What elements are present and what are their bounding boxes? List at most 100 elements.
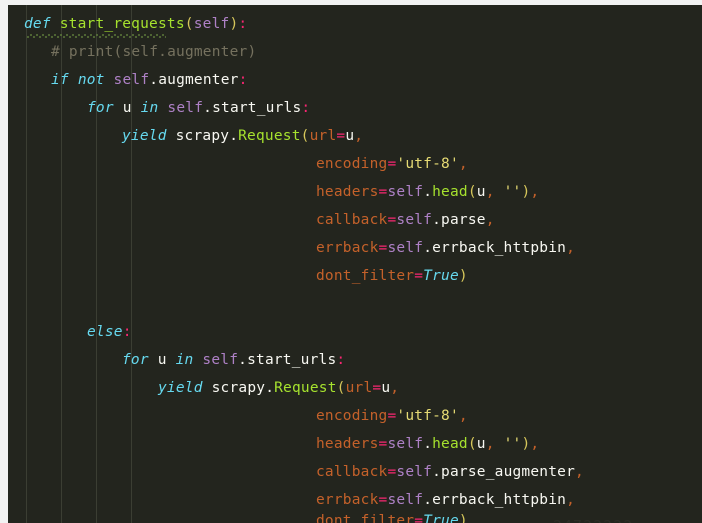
token-function-name: start_requests: [59, 16, 185, 32]
token-param-callback: callback: [316, 212, 388, 228]
token-comma: ,: [354, 128, 364, 144]
token-string-empty: '': [503, 184, 522, 200]
token-attr-start-urls: .start_urls: [203, 100, 302, 116]
token-keyword-in: in: [175, 352, 194, 368]
token-paren-open: (: [184, 16, 194, 32]
token-param-dont-filter: dont_filter: [316, 268, 415, 284]
token-equals: =: [414, 268, 424, 284]
token-comma: ,: [390, 380, 400, 396]
token-var-u: u: [476, 436, 486, 452]
code-line[interactable]: encoding='utf-8',: [316, 156, 468, 173]
code-line[interactable]: errback=self.errback_httpbin,: [316, 492, 575, 509]
token-comma: ,: [530, 184, 540, 200]
token-var-u: u: [345, 128, 355, 144]
token-dot: .: [229, 128, 239, 144]
token-attr-errback-httpbin: .errback_httpbin: [423, 240, 567, 256]
code-line[interactable]: dont_filter=True): [316, 268, 468, 285]
token-colon: :: [238, 16, 248, 32]
token-self: self: [387, 184, 424, 200]
token-const-true: True: [423, 268, 459, 284]
token-colon: :: [301, 100, 311, 116]
token-comma: ,: [485, 212, 495, 228]
code-line[interactable]: encoding='utf-8',: [316, 408, 468, 425]
code-line[interactable]: # print(self.augmenter): [51, 44, 256, 61]
token-comma: ,: [530, 436, 540, 452]
token-module-scrapy: scrapy: [211, 380, 266, 396]
token-self: self: [113, 72, 150, 88]
token-colon: :: [122, 324, 132, 340]
token-self: self: [167, 100, 204, 116]
token-keyword-else: else: [87, 324, 123, 340]
token-param-encoding: encoding: [316, 156, 388, 172]
token-attr-start-urls: .start_urls: [238, 352, 337, 368]
code-line[interactable]: yield scrapy.Request(url=u,: [122, 128, 363, 145]
code-line[interactable]: def start_requests(self):: [24, 16, 247, 33]
token-param-errback: errback: [316, 492, 379, 508]
token-dot: .: [423, 184, 433, 200]
token-string-empty: '': [503, 436, 522, 452]
token-var-u: u: [476, 184, 486, 200]
code-text-layer[interactable]: def start_requests(self): # print(self.a…: [8, 5, 702, 523]
code-line[interactable]: headers=self.head(u, ''),: [316, 436, 539, 453]
token-param-callback: callback: [316, 464, 388, 480]
code-line[interactable]: callback=self.parse_augmenter,: [316, 464, 584, 481]
token-method-head: head: [432, 184, 468, 200]
token-param-headers: headers: [316, 184, 379, 200]
token-comma: ,: [458, 156, 468, 172]
code-line[interactable]: callback=self.parse,: [316, 212, 495, 229]
token-var-u: u: [381, 380, 391, 396]
token-param-url: url: [309, 128, 337, 144]
token-attr-parse: .parse: [432, 212, 486, 228]
token-paren-close: ): [458, 268, 468, 284]
code-line[interactable]: headers=self.head(u, ''),: [316, 184, 539, 201]
code-line[interactable]: else:: [87, 324, 132, 341]
token-param-headers: headers: [316, 436, 379, 452]
token-self: self: [387, 240, 424, 256]
token-string-utf8: 'utf-8': [396, 408, 459, 424]
token-paren-open: (: [467, 436, 477, 452]
code-line[interactable]: if not self.augmenter:: [51, 72, 248, 89]
token-equals: =: [372, 380, 382, 396]
token-keyword-yield: yield: [158, 380, 203, 396]
token-keyword-yield: yield: [122, 128, 167, 144]
token-param-dont-filter: dont_filter: [316, 513, 415, 523]
code-editor-pane[interactable]: def start_requests(self): # print(self.a…: [8, 5, 702, 523]
token-dot: .: [265, 380, 275, 396]
token-attr-augmenter: .augmenter: [149, 72, 239, 88]
token-comma: ,: [575, 464, 584, 480]
code-line[interactable]: for u in self.start_urls:: [122, 352, 345, 369]
token-comma: ,: [566, 492, 576, 508]
token-self: self: [396, 464, 433, 480]
token-colon: :: [238, 72, 248, 88]
token-dot: .: [423, 436, 433, 452]
token-const-true: True: [423, 513, 459, 523]
token-var-u: u: [122, 100, 132, 116]
token-self: self: [387, 492, 424, 508]
code-line[interactable]: yield scrapy.Request(url=u,: [158, 380, 399, 397]
token-self: self: [202, 352, 239, 368]
watermark-text: 24722222: [553, 517, 633, 523]
token-paren-open: (: [467, 184, 477, 200]
token-comma: ,: [458, 408, 468, 424]
token-method-head: head: [432, 436, 468, 452]
code-line[interactable]: errback=self.errback_httpbin,: [316, 240, 575, 257]
token-comma: ,: [566, 240, 576, 256]
token-keyword-not: not: [77, 72, 105, 88]
token-keyword-for: for: [122, 352, 149, 368]
token-colon: :: [336, 352, 346, 368]
token-comma: ,: [485, 184, 495, 200]
token-paren-open: (: [300, 128, 310, 144]
code-line[interactable]: for u in self.start_urls:: [87, 100, 310, 117]
token-paren-open: (: [336, 380, 346, 396]
code-line[interactable]: dont_filter=True): [316, 513, 468, 523]
token-param-encoding: encoding: [316, 408, 388, 424]
token-comma: ,: [485, 436, 495, 452]
token-class-request: Request: [238, 128, 301, 144]
